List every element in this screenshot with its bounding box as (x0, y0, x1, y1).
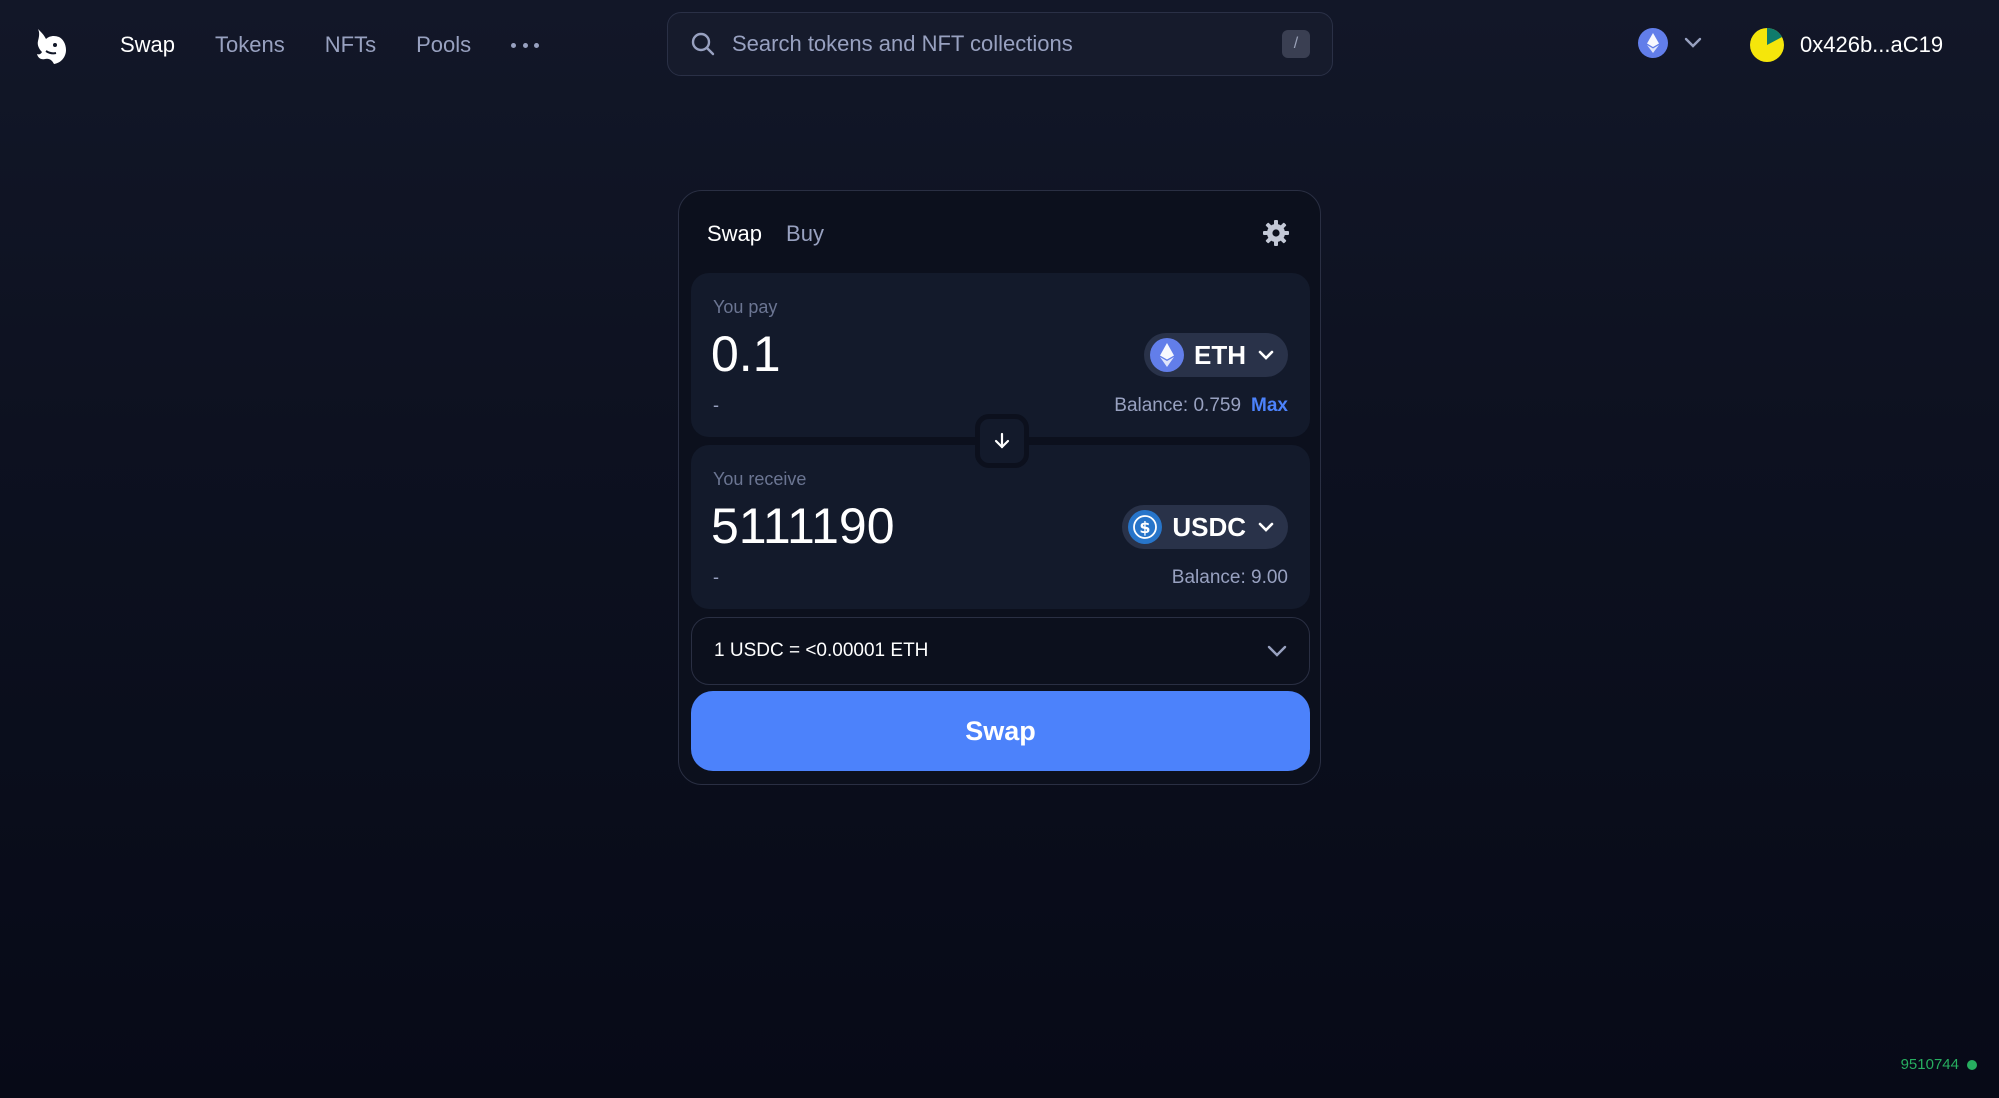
wallet-account-button[interactable]: 0x426b...aC19 (1750, 28, 1943, 62)
gear-icon[interactable] (1262, 219, 1290, 247)
block-number-indicator: 9510744 (1901, 1056, 1977, 1073)
chevron-down-icon (1258, 350, 1274, 360)
switch-tokens-button[interactable] (975, 414, 1029, 468)
swap-card-tabs: Swap Buy (707, 221, 848, 247)
pay-token-selector[interactable]: ETH (1144, 333, 1288, 377)
search-bar[interactable]: / (667, 12, 1333, 76)
receive-token-selector[interactable]: $ USDC (1122, 505, 1288, 549)
nav-item-nfts[interactable]: NFTs (325, 30, 376, 60)
top-navigation-bar: Swap Tokens NFTs Pools / 0x426b...aC19 (0, 0, 1999, 90)
usdc-icon: $ (1128, 510, 1163, 544)
pay-usd-value: - (713, 395, 719, 415)
nav-item-tokens[interactable]: Tokens (215, 30, 285, 60)
receive-amount-input[interactable] (711, 495, 1071, 557)
wallet-address: 0x426b...aC19 (1800, 32, 1944, 57)
receive-balance-text: Balance: 9.00 (1171, 567, 1288, 588)
ethereum-icon (1638, 28, 1668, 58)
swap-button[interactable]: Swap (691, 691, 1310, 771)
receive-label: You receive (713, 469, 807, 489)
uniswap-logo-icon[interactable] (30, 25, 72, 67)
tab-buy[interactable]: Buy (786, 221, 824, 247)
search-icon (691, 32, 715, 56)
pay-amount-input[interactable] (711, 323, 1071, 385)
more-dots-icon[interactable] (511, 30, 540, 60)
receive-panel: You receive $ USDC - Balance: 9.00 (691, 445, 1310, 609)
pay-balance: Balance: 0.759 Max (1114, 395, 1288, 417)
pay-panel: You pay ETH - Balance: 0.759 Max (691, 273, 1310, 437)
svg-text:$: $ (1140, 518, 1151, 537)
arrow-down-icon (994, 432, 1010, 449)
main-nav: Swap Tokens NFTs Pools (120, 30, 540, 60)
chevron-down-icon (1267, 645, 1287, 657)
receive-balance: Balance: 9.00 (1172, 567, 1288, 589)
exchange-rate-row[interactable]: 1 USDC = <0.00001 ETH (691, 617, 1310, 685)
pay-token-symbol: ETH (1194, 339, 1246, 370)
search-shortcut-key: / (1282, 30, 1310, 58)
status-dot-icon (1967, 1059, 1977, 1070)
nav-item-swap[interactable]: Swap (120, 30, 175, 60)
block-number: 9510744 (1900, 1056, 1959, 1073)
pay-balance-text: Balance: 0.759 (1114, 395, 1242, 416)
search-input[interactable] (732, 31, 1282, 57)
chevron-down-icon (1258, 522, 1274, 532)
chevron-down-icon (1684, 37, 1702, 48)
network-selector[interactable] (1638, 28, 1702, 58)
tab-swap[interactable]: Swap (707, 221, 762, 247)
receive-usd-value: - (713, 567, 719, 587)
receive-token-symbol: USDC (1172, 511, 1246, 542)
exchange-rate-text: 1 USDC = <0.00001 ETH (714, 640, 929, 661)
ethereum-icon (1150, 338, 1184, 372)
swap-card: Swap Buy You pay ETH (678, 190, 1321, 785)
nav-item-pools[interactable]: Pools (416, 30, 471, 60)
max-button[interactable]: Max (1251, 395, 1288, 417)
avatar (1750, 28, 1784, 62)
pay-label: You pay (713, 297, 778, 317)
